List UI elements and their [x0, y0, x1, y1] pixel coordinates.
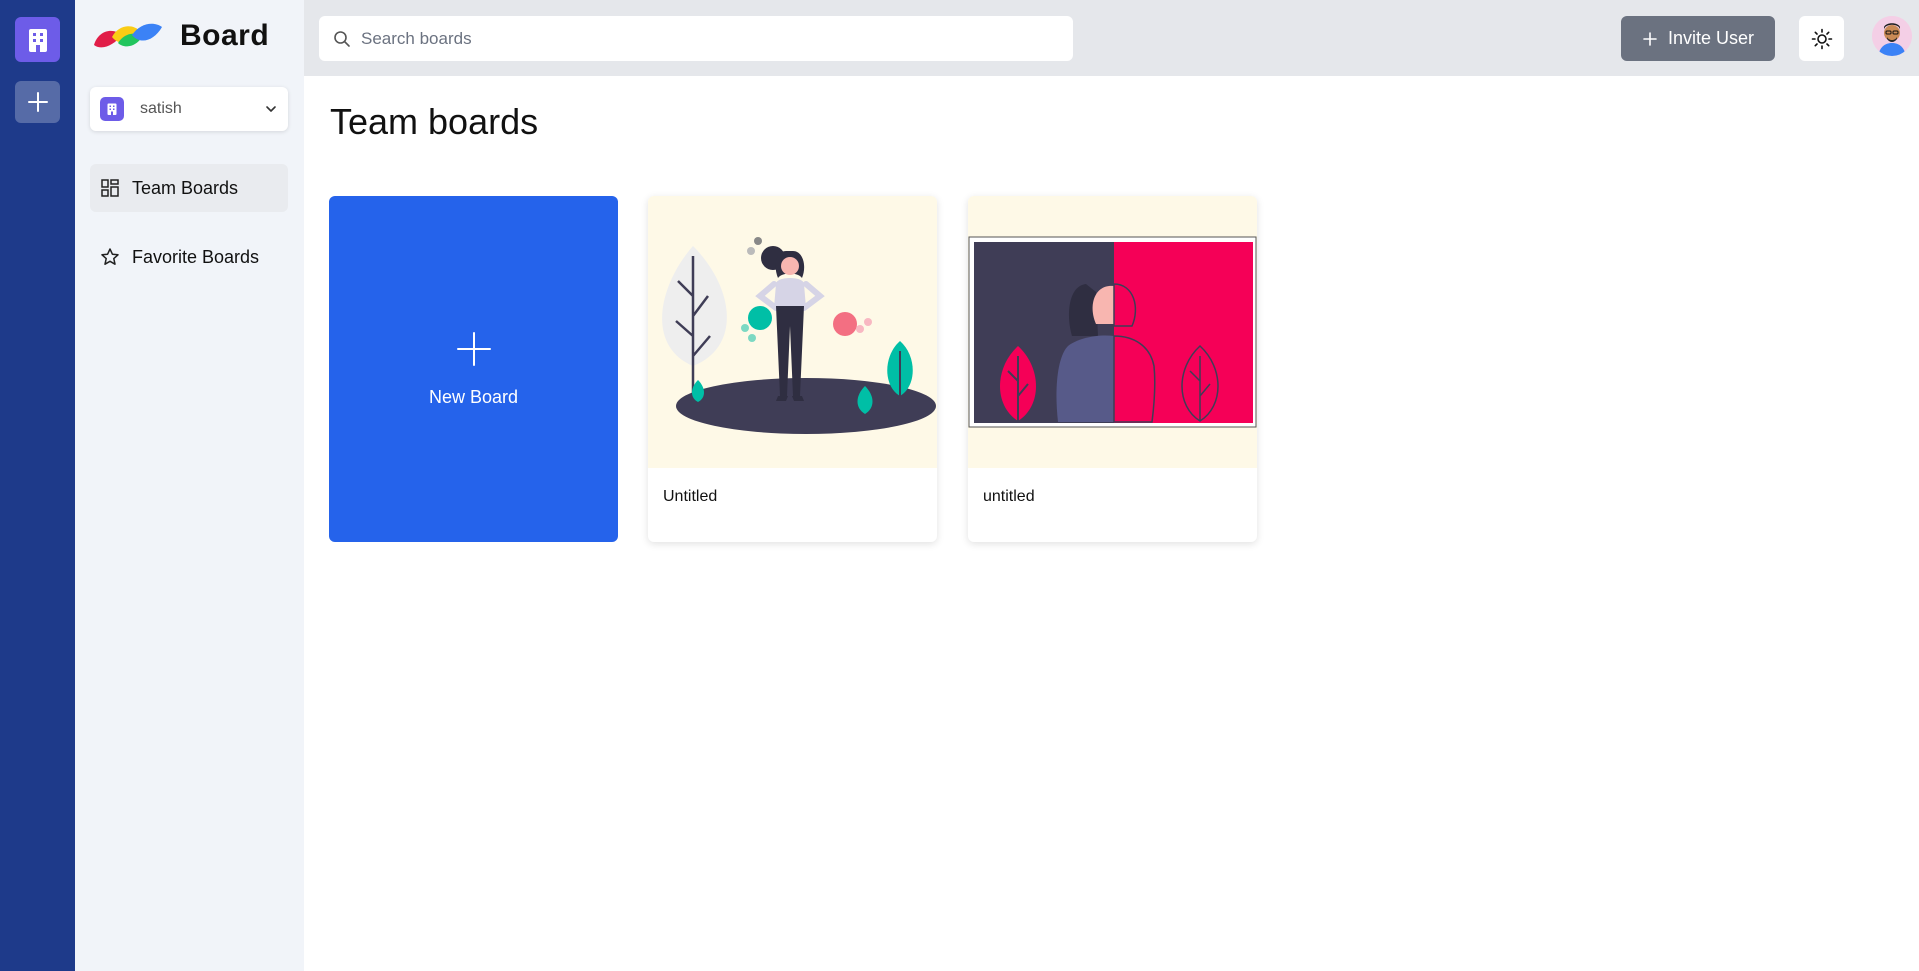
- board-title: Untitled: [663, 488, 718, 505]
- organization-select[interactable]: satish: [90, 87, 288, 131]
- sidebar-item-label: Favorite Boards: [132, 246, 260, 267]
- sidebar-item-label: Team Boards: [132, 177, 239, 198]
- sun-icon: [1811, 28, 1832, 49]
- app-root: Board satish Team Boards Favorite Boards…: [0, 0, 1919, 971]
- building-icon: [28, 28, 47, 52]
- board-thumbnail: [648, 196, 937, 468]
- building-icon: [107, 103, 117, 115]
- new-board-card[interactable]: New Board: [329, 196, 618, 542]
- woman-standing-illustration: [662, 237, 936, 434]
- search-box[interactable]: [319, 16, 1073, 61]
- dashboard-icon: [101, 179, 119, 197]
- invite-user-button[interactable]: Invite User: [1621, 16, 1775, 61]
- sidebar-item-team-boards[interactable]: Team Boards: [90, 164, 288, 212]
- board-card[interactable]: Untitled: [648, 196, 937, 542]
- board-thumbnail: [968, 196, 1257, 468]
- workspace-rail: [0, 0, 75, 971]
- avatar-image: [1872, 16, 1912, 56]
- sidebar: Board satish Team Boards Favorite Boards: [75, 0, 304, 971]
- organization-avatar: [100, 97, 124, 121]
- sidebar-item-favorite-boards[interactable]: Favorite Boards: [90, 233, 288, 281]
- new-board-label: New Board: [428, 386, 519, 407]
- board-card[interactable]: untitled: [968, 196, 1257, 542]
- board-title: untitled: [983, 488, 1035, 505]
- search-input[interactable]: [361, 28, 1059, 49]
- page-title: Team boards: [330, 101, 539, 142]
- brand-name: Board: [180, 19, 270, 52]
- plus-icon: [27, 92, 48, 112]
- chevron-down-icon: [266, 106, 276, 112]
- plus-icon: [1643, 31, 1657, 46]
- org-switch-button[interactable]: [15, 17, 60, 62]
- organization-name: satish: [140, 100, 182, 117]
- invite-user-label: Invite User: [1667, 28, 1755, 48]
- user-avatar[interactable]: [1872, 16, 1912, 56]
- star-icon: [101, 248, 119, 265]
- top-bar: Invite User: [304, 0, 1919, 76]
- portrait-illustration: [968, 236, 1257, 428]
- brand-logo[interactable]: Board: [92, 14, 269, 58]
- plus-icon: [456, 331, 491, 366]
- add-organization-button[interactable]: [15, 81, 60, 123]
- logo-icon: [94, 23, 162, 48]
- search-icon: [334, 30, 350, 47]
- theme-toggle-button[interactable]: [1799, 16, 1844, 61]
